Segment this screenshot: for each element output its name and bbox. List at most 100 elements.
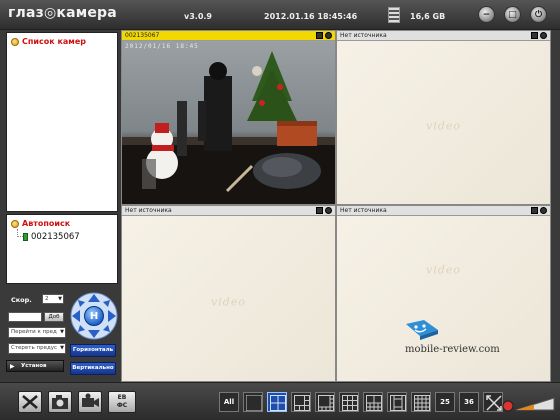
layout-10-button[interactable]	[363, 392, 383, 412]
pane-header: Нет источника	[337, 206, 550, 216]
app-logo: глаз◎камера	[8, 5, 117, 21]
status-dot-icon[interactable]	[325, 32, 332, 39]
pane-empty-body: video	[337, 216, 550, 381]
ptz-controls: Скор. 2 ▼ Доб Перейти к пред ▼ Стереть пре…	[6, 288, 118, 380]
install-label: Установ	[21, 363, 47, 369]
layout-8-button[interactable]	[315, 392, 335, 412]
play-icon: ▶	[10, 363, 15, 370]
record-icon[interactable]	[316, 207, 323, 214]
pane-empty-body: video	[122, 216, 335, 381]
restore-button[interactable]: □	[504, 6, 521, 23]
snapshot-button[interactable]	[48, 391, 72, 413]
goto-preset-select[interactable]: Перейти к пред ▼	[8, 327, 66, 338]
layout-9-icon	[342, 395, 358, 411]
left-panel: Список камер Автопоиск 002135067 Скор. 2…	[0, 30, 121, 382]
layout-8-icon	[318, 395, 334, 411]
status-dot-icon[interactable]	[540, 32, 547, 39]
layout-36-button[interactable]: 36	[459, 392, 479, 412]
camera-list-label: Список камер	[22, 37, 86, 46]
layout-13-button[interactable]	[387, 392, 407, 412]
minimize-button[interactable]: −	[478, 6, 495, 23]
ptz-pad[interactable]: H	[70, 292, 118, 340]
camera-list-title: Список камер	[11, 37, 86, 46]
layout-25-button[interactable]: 25	[435, 392, 455, 412]
pane-empty-body: video	[337, 41, 550, 204]
ptz-home-button[interactable]: H	[84, 306, 104, 326]
camera-scene-image	[122, 51, 335, 204]
pane-title: Нет источника	[340, 32, 387, 39]
chevron-down-icon: ▼	[60, 329, 64, 335]
erase-preset-label: Стереть предус	[11, 345, 58, 351]
datetime-label: 2012.01.16 18:45:46	[264, 12, 358, 21]
pane-title: 002135067	[125, 32, 160, 39]
right-edge	[551, 30, 560, 382]
video-pane-4[interactable]: Нет источника video	[336, 205, 551, 382]
archive-label: ЕВ ФС	[116, 394, 128, 409]
chevron-down-icon: ▼	[58, 296, 62, 302]
layout-1-button[interactable]	[243, 392, 263, 412]
autosearch-title: Автопоиск	[11, 219, 70, 228]
restore-icon: □	[508, 9, 517, 20]
layout-6-icon	[294, 395, 310, 411]
speed-label: Скор.	[11, 296, 32, 304]
disk-free-label: 16,6 GB	[410, 12, 446, 21]
autosearch-icon	[11, 219, 19, 228]
feed-timestamp: 2012/01/16 18:45	[125, 43, 199, 50]
version-label: v3.0.9	[184, 12, 212, 21]
tools-icon	[22, 395, 38, 409]
no-source-placeholder: video	[426, 119, 461, 133]
autosearch-label: Автопоиск	[22, 219, 71, 228]
title-bar: глаз◎камера v3.0.9 2012.01.16 18:45:46 1…	[0, 0, 560, 30]
vertical-button[interactable]: Вертикально	[70, 362, 116, 375]
layout-all-button[interactable]: All	[219, 392, 239, 412]
preset-number-input[interactable]	[8, 312, 42, 322]
autosearch-panel[interactable]: Автопоиск 002135067	[6, 214, 118, 284]
layout-13-icon	[390, 395, 406, 411]
speed-select[interactable]: 2 ▼	[42, 294, 64, 304]
record-icon[interactable]	[316, 32, 323, 39]
power-icon: ⏻	[534, 9, 543, 20]
horizontal-button[interactable]: Горизонталь	[70, 344, 116, 357]
layout-16-button[interactable]	[411, 392, 431, 412]
status-dot-icon[interactable]	[325, 207, 332, 214]
video-pane-3[interactable]: Нет источника video	[121, 205, 336, 382]
erase-preset-select[interactable]: Стереть предус ▼	[8, 343, 66, 354]
status-dot-icon[interactable]	[540, 207, 547, 214]
layout-1-icon	[246, 395, 262, 411]
pane-title: Нет источника	[125, 207, 172, 214]
recorder-button[interactable]	[78, 391, 102, 413]
disk-icon	[388, 7, 400, 23]
layout-4-icon	[270, 395, 286, 411]
layout-16-icon	[414, 395, 430, 411]
camera-icon	[52, 395, 68, 409]
record-icon[interactable]	[531, 207, 538, 214]
archive-button[interactable]: ЕВ ФС	[108, 391, 136, 413]
pane-title: Нет источника	[340, 207, 387, 214]
add-preset-button[interactable]: Доб	[44, 312, 64, 322]
power-button[interactable]: ⏻	[530, 6, 547, 23]
layout-9-button[interactable]	[339, 392, 359, 412]
camera-feed[interactable]: 2012/01/16 18:45	[122, 41, 335, 204]
volume-icon	[502, 397, 555, 412]
video-pane-2[interactable]: Нет источника video	[336, 30, 551, 205]
mobile-review-watermark: mobile-review.com	[405, 344, 500, 355]
layout-6-button[interactable]	[291, 392, 311, 412]
pane-header: Нет источника	[337, 31, 550, 41]
install-button[interactable]: ▶ Установ	[6, 360, 64, 372]
no-source-placeholder: video	[426, 263, 461, 277]
bottom-toolbar: ЕВ ФС All 25 36	[0, 382, 560, 420]
record-icon[interactable]	[531, 32, 538, 39]
layout-4-button[interactable]	[267, 392, 287, 412]
no-source-placeholder: video	[211, 295, 246, 309]
video-pane-1[interactable]: 002135067 2012/01/16 18:45	[121, 30, 336, 205]
found-camera-label: 002135067	[31, 232, 80, 242]
video-grid: 002135067 2012/01/16 18:45 Нет источника…	[121, 30, 551, 382]
minimize-icon: −	[482, 9, 491, 20]
tools-button[interactable]	[18, 391, 42, 413]
pane-header: 002135067	[122, 31, 335, 41]
camera-list-panel[interactable]: Список камер	[6, 32, 118, 212]
mobile-review-logo	[402, 318, 442, 346]
volume-control[interactable]	[500, 392, 556, 414]
found-camera-item[interactable]: 002135067	[23, 232, 80, 242]
camcorder-icon	[82, 393, 99, 407]
